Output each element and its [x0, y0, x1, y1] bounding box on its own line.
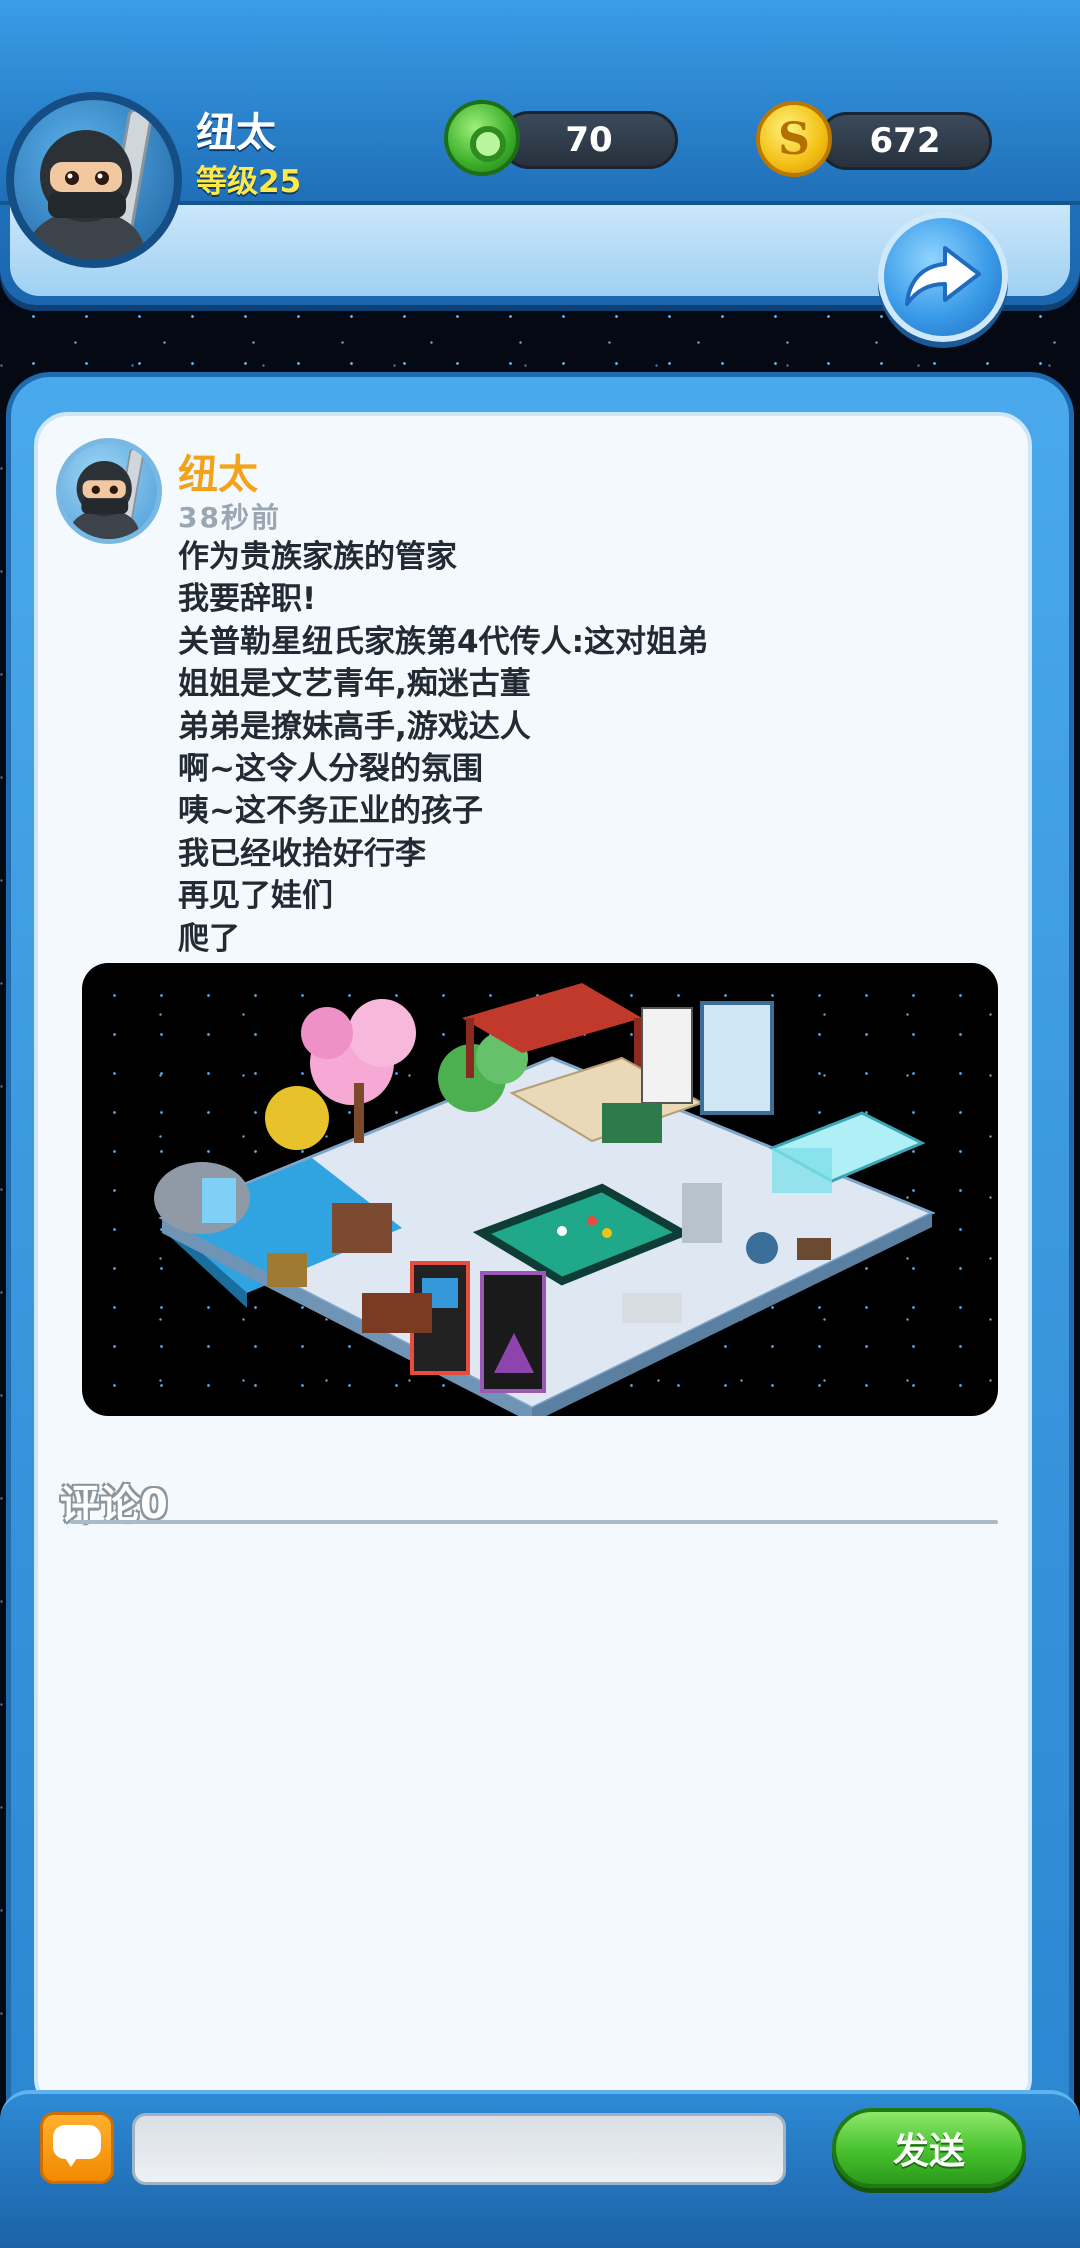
post-line: 姐姐是文艺青年,痴迷古董 — [178, 666, 531, 703]
post-author-avatar[interactable] — [56, 438, 162, 544]
post-line: 关普勒星纽氏家族第4代传人:这对姐弟 — [178, 623, 708, 660]
player-avatar[interactable] — [6, 92, 182, 268]
post-author-name[interactable]: 纽太 — [178, 442, 258, 500]
ninja-avatar-icon — [69, 448, 145, 539]
ninja-avatar-icon — [28, 108, 153, 260]
comment-input[interactable] — [132, 2113, 786, 2185]
player-name: 纽太 — [196, 110, 276, 156]
post-line: 咦~这不务正业的孩子 — [178, 793, 483, 830]
return-arrow-icon — [905, 246, 981, 306]
isometric-room-image — [154, 983, 936, 1416]
post-timestamp: 38秒前 — [178, 501, 281, 534]
gem-counter[interactable]: 70 — [500, 111, 678, 169]
post-line: 爬了 — [178, 920, 240, 957]
post-room-screenshot[interactable] — [82, 963, 998, 1416]
speech-bubble-icon[interactable] — [40, 2112, 114, 2184]
post-text: 作为贵族家族的管家 我要辞职! 关普勒星纽氏家族第4代传人:这对姐弟 姐姐是文艺… — [178, 536, 998, 960]
player-level: 等级25 — [196, 164, 302, 200]
back-button[interactable] — [878, 212, 1008, 342]
gem-count: 70 — [565, 120, 613, 160]
post-line: 弟弟是撩妹高手,游戏达人 — [178, 708, 531, 745]
post-line: 再见了娃们 — [178, 878, 333, 915]
green-gem-icon — [444, 100, 520, 176]
coin-counter[interactable]: 672 — [818, 112, 992, 170]
send-button[interactable]: 发送 — [832, 2108, 1026, 2188]
coin-count: 672 — [869, 121, 941, 161]
post-line: 作为贵族家族的管家 — [178, 539, 457, 575]
gold-coin-icon: S — [756, 101, 832, 177]
comments-divider — [70, 1520, 998, 1524]
post-line: 我要辞职! — [178, 581, 317, 618]
post-line: 啊~这令人分裂的氛围 — [178, 751, 483, 788]
post-line: 我已经收拾好行李 — [178, 835, 426, 872]
